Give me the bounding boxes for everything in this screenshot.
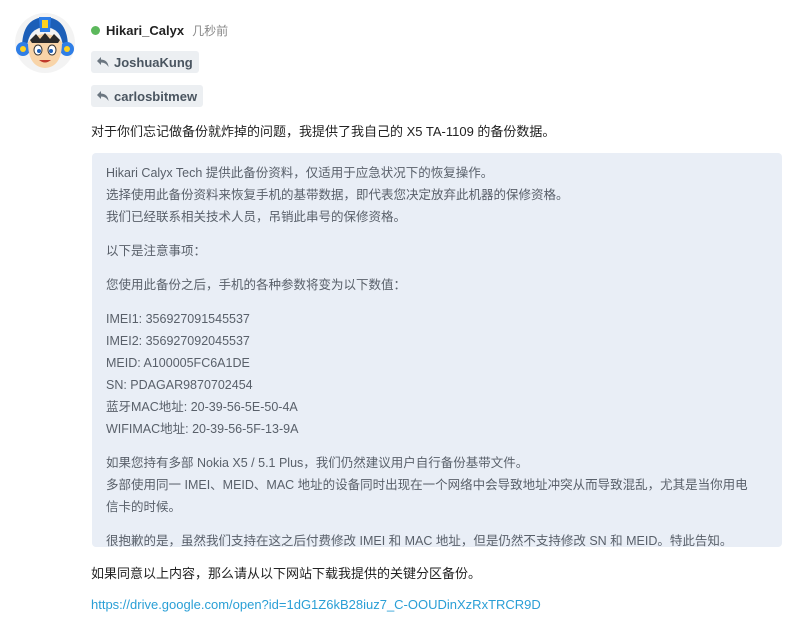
- google-drive-link[interactable]: https://drive.google.com/open?id=1dG1Z6k…: [91, 597, 541, 612]
- post-time[interactable]: 几秒前: [192, 22, 228, 39]
- quote-notice: 以下是注意事项：: [106, 244, 207, 258]
- quote-line: Hikari Calyx Tech 提供此备份资料，仅适用于应急状况下的恢复操作…: [106, 166, 494, 180]
- quote-line: 如果您持有多部 Nokia X5 / 5.1 Plus，我们仍然建议用户自行备份…: [106, 456, 529, 470]
- username[interactable]: Hikari_Calyx: [106, 23, 184, 38]
- sn-value: SN: PDAGAR9870702454: [106, 378, 253, 392]
- quote-line: 我们已经联系相关技术人员，吊销此串号的保修资格。: [106, 210, 407, 224]
- quote-line: 信卡的时候。: [106, 500, 182, 514]
- post-intro-text: 对于你们忘记做备份就炸掉的问题，我提供了我自己的 X5 TA-1109 的备份数…: [91, 124, 556, 139]
- reply-to-chip[interactable]: carlosbitmew: [91, 85, 204, 107]
- quote-change-note: 您使用此备份之后，手机的各种参数将变为以下数值：: [106, 278, 407, 292]
- meid-value: MEID: A100005FC6A1DE: [106, 356, 250, 370]
- quote-apology: 很抱歉的是，虽然我们支持在这之后付费修改 IMEI 和 MAC 地址，但是仍然不…: [106, 534, 733, 548]
- imei1-value: IMEI1: 356927091545537: [106, 312, 250, 326]
- reply-arrow-icon: [97, 57, 109, 67]
- user-avatar[interactable]: [14, 12, 76, 74]
- imei2-value: IMEI2: 356927092045537: [106, 334, 250, 348]
- post-header: Hikari_Calyx 几秒前: [91, 20, 228, 40]
- wifi-mac-value: WIFIMAC地址: 20-39-56-5F-13-9A: [106, 422, 299, 436]
- online-status-dot: [91, 25, 100, 35]
- reply-arrow-icon: [97, 91, 109, 101]
- reply-to-username: JoshuaKung: [114, 54, 193, 70]
- quote-line: 选择使用此备份资料来恢复手机的基带数据，即代表您决定放弃此机器的保修资格。: [106, 188, 569, 202]
- quote-line: 多部使用同一 IMEI、MEID、MAC 地址的设备同时出现在一个网络中会导致地…: [106, 478, 748, 492]
- reply-to-username: carlosbitmew: [114, 88, 198, 104]
- reply-to-chip[interactable]: JoshuaKung: [91, 51, 199, 73]
- quote-block: Hikari Calyx Tech 提供此备份资料，仅适用于应急状况下的恢复操作…: [92, 153, 782, 548]
- download-instruction-text: 如果同意以上内容，那么请从以下网站下载我提供的关键分区备份。: [91, 566, 482, 581]
- bluetooth-mac-value: 蓝牙MAC地址: 20-39-56-5E-50-4A: [106, 400, 298, 414]
- megaman-avatar-icon: [15, 13, 75, 73]
